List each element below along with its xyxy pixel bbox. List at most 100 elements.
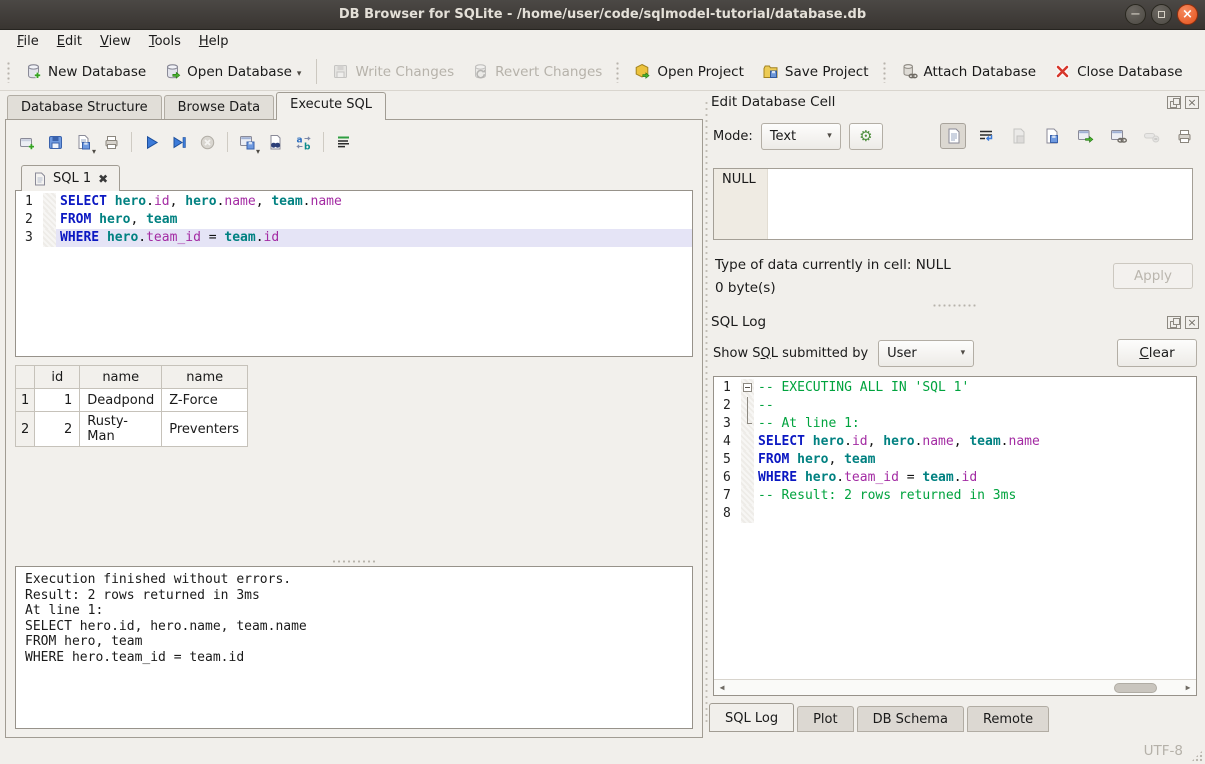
set-null-icon [1143,128,1160,144]
cell-team-name[interactable]: Z-Force [162,389,248,412]
link-icon [1110,128,1127,144]
scroll-right-icon[interactable]: ▶ [1180,683,1196,692]
message-line: SELECT hero.id, hero.name, team.name [25,619,683,635]
scrollbar-thumb[interactable] [1114,683,1157,693]
results-header-name2[interactable]: name [162,366,248,389]
tab-database-structure[interactable]: Database Structure [7,95,162,120]
cell-edit-area[interactable] [768,169,1192,239]
find-replace-button[interactable]: ab [291,130,316,155]
cell-hero-name[interactable]: Rusty-Man [80,412,162,447]
minimize-button[interactable]: − [1125,4,1146,25]
tab-browse-data[interactable]: Browse Data [164,95,275,120]
results-header-name1[interactable]: name [80,366,162,389]
apply-button: Apply [1113,263,1193,289]
toolbar-drag-handle[interactable] [6,61,12,83]
execute-current-line-button[interactable] [167,130,192,155]
row-number[interactable]: 2 [16,412,35,447]
print-sql-button[interactable] [99,130,124,155]
save-project-button[interactable]: Save Project [753,59,878,84]
open-sql-file-button[interactable] [43,130,68,155]
toolbar-drag-handle[interactable] [882,61,888,83]
main-toolbar: New Database Open Database ▾ Write Chang… [0,53,1205,91]
splitter-handle[interactable] [331,559,377,564]
print-cell-button[interactable] [1171,123,1197,149]
results-corner-header[interactable] [16,366,35,389]
sql-log-view[interactable]: 1-- EXECUTING ALL IN 'SQL 1'2--3-- At li… [713,376,1197,696]
text-mode-button[interactable] [940,123,966,149]
message-line: At line 1: [25,603,683,619]
menu-edit[interactable]: Edit [48,32,91,51]
word-wrap-button[interactable] [973,123,999,149]
clear-log-button[interactable]: Clear [1117,339,1197,367]
menu-view[interactable]: View [91,32,140,51]
menu-tools[interactable]: Tools [140,32,190,51]
float-dock-icon[interactable] [1167,316,1181,329]
new-database-button[interactable]: New Database [16,59,155,84]
open-database-dropdown-caret[interactable]: ▾ [297,69,302,80]
open-project-button[interactable]: Open Project [625,59,753,84]
attach-database-icon [901,63,918,80]
horizontal-scrollbar[interactable]: ◀ ▶ [714,679,1196,695]
open-in-external-button[interactable] [1072,123,1098,149]
save-project-icon [762,63,779,80]
dock-splitter-handle[interactable] [932,303,978,308]
close-sql-tab-icon[interactable]: ✖ [98,172,108,186]
new-sql-tab-button[interactable] [15,130,40,155]
cell-id[interactable]: 1 [35,389,80,412]
cell-value-editor[interactable]: NULL [713,168,1193,240]
toolbar-drag-handle[interactable] [615,61,621,83]
execution-message-box[interactable]: Execution finished without errors. Resul… [15,566,693,729]
cell-mode-row: Mode: Text ▾ ⚙ [713,122,1197,150]
tab-execute-sql[interactable]: Execute SQL [276,92,386,120]
execute-all-icon [143,134,160,151]
mode-label: Mode: [713,129,753,144]
tab-db-schema[interactable]: DB Schema [857,706,964,732]
titlebar[interactable]: DB Browser for SQLite - /home/user/code/… [0,0,1205,30]
close-database-button[interactable]: Close Database [1045,59,1191,84]
find-button[interactable] [263,130,288,155]
find-replace-icon: ab [295,134,312,151]
table-row[interactable]: 1 1 Deadpond Z-Force [16,389,248,412]
resize-grip[interactable] [1191,750,1203,762]
sql-1-tab[interactable]: SQL 1 ✖ [21,165,120,191]
tab-plot[interactable]: Plot [797,706,854,732]
scroll-left-icon[interactable]: ◀ [714,683,730,692]
tab-sql-log[interactable]: SQL Log [709,703,794,732]
float-dock-icon[interactable] [1167,96,1181,109]
menu-file[interactable]: File [8,32,48,51]
save-results-dropdown-caret[interactable]: ▾ [256,147,260,156]
save-sql-dropdown-caret[interactable]: ▾ [92,147,96,156]
cell-type-text: Type of data currently in cell: NULL [715,257,951,273]
sql-log-dock-header[interactable]: SQL Log × [711,312,1199,332]
save-results-button[interactable]: ▾ [235,130,260,155]
table-row[interactable]: 2 2 Rusty-Man Preventers [16,412,248,447]
format-sql-button[interactable] [331,130,356,155]
new-database-icon [25,63,42,80]
menu-help[interactable]: Help [190,32,238,51]
attach-database-button[interactable]: Attach Database [892,59,1046,84]
close-dock-icon[interactable]: × [1185,96,1199,109]
sql-editor[interactable]: 1SELECT hero.id, hero.name, team.name2FR… [15,190,693,357]
save-sql-file-button[interactable]: ▾ [71,130,96,155]
cell-team-name[interactable]: Preventers [162,412,248,447]
pane-splitter[interactable] [704,100,709,724]
row-number[interactable]: 1 [16,389,35,412]
close-button[interactable]: × [1177,4,1198,25]
submitted-by-select[interactable]: User ▾ [878,340,974,367]
edit-cell-dock-header[interactable]: Edit Database Cell × [711,92,1199,112]
results-header-id[interactable]: id [35,366,80,389]
maximize-button[interactable] [1151,4,1172,25]
close-dock-icon[interactable]: × [1185,316,1199,329]
open-database-button[interactable]: Open Database ▾ [155,59,310,84]
export-cell-data-button[interactable] [1039,123,1065,149]
auto-switch-mode-button[interactable]: ⚙ [849,123,883,150]
execute-all-button[interactable] [139,130,164,155]
tab-remote[interactable]: Remote [967,706,1049,732]
cell-hero-name[interactable]: Deadpond [80,389,162,412]
bottom-dock-tabs: SQL Log Plot DB Schema Remote [709,702,1052,732]
cell-id[interactable]: 2 [35,412,80,447]
close-icon: × [1182,8,1193,21]
copy-link-button[interactable] [1105,123,1131,149]
mode-select[interactable]: Text ▾ [761,123,841,150]
encoding-label[interactable]: UTF-8 [1144,743,1183,759]
